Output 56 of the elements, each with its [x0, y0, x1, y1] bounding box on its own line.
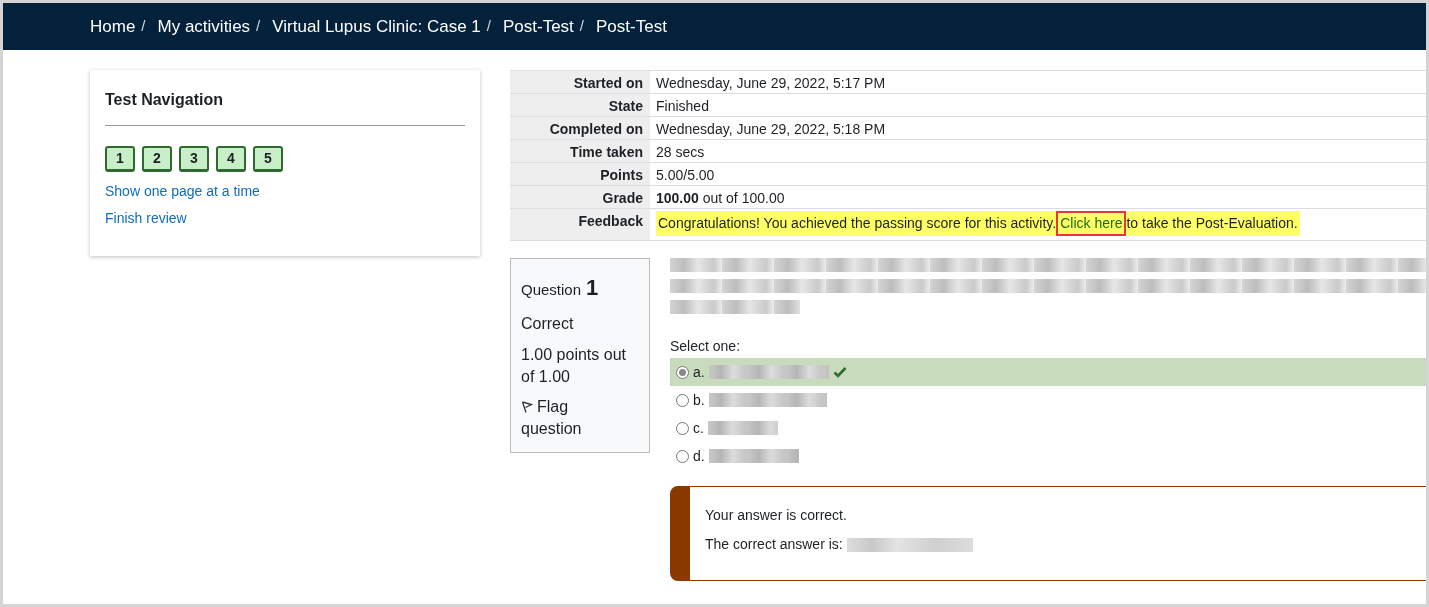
answer-option[interactable]: b.	[670, 386, 1426, 414]
answer-option[interactable]: c.	[670, 414, 1426, 442]
question-number-button[interactable]: 5	[253, 146, 283, 172]
navigation-link[interactable]: Show one page at a time	[105, 181, 260, 202]
summary-value: 5.00/5.00	[656, 167, 715, 183]
question-number-button[interactable]: 2	[142, 146, 172, 172]
summary-value: Wednesday, June 29, 2022, 5:17 PM	[656, 75, 886, 91]
summary-label: State	[608, 98, 643, 114]
summary-value: 28 secs	[656, 144, 705, 160]
question-points: 1.00 points out of 1.00	[521, 345, 627, 387]
summary-label: Time taken	[570, 144, 643, 160]
breadcrumb-separator: /	[256, 16, 261, 37]
card-title: Test Navigation	[105, 88, 465, 126]
summary-label: Completed on	[549, 121, 643, 137]
question-number-button[interactable]: 1	[105, 146, 135, 172]
question-number: 1	[586, 274, 599, 302]
summary-label: Started on	[573, 75, 643, 91]
summary-label: Feedback	[578, 213, 643, 229]
option-letter: a.	[693, 362, 705, 382]
radio-button[interactable]	[676, 421, 689, 435]
option-letter: b.	[693, 390, 705, 410]
breadcrumb-link[interactable]: Post-Test	[596, 13, 667, 40]
select-one-label: Select one:	[670, 337, 742, 356]
radio-button[interactable]	[676, 449, 689, 463]
flag-icon	[521, 401, 533, 413]
question-number-button[interactable]: 3	[179, 146, 209, 172]
breadcrumb-link[interactable]: Home	[90, 13, 136, 40]
question-label: Question	[521, 280, 582, 300]
option-letter: c.	[693, 418, 704, 438]
summary-value: Finished	[656, 98, 709, 114]
breadcrumb-separator: /	[579, 16, 584, 37]
question-status: Correct	[521, 314, 575, 334]
redacted-text	[707, 421, 778, 435]
summary-label: Points	[600, 167, 643, 183]
correct-answer-label: The correct answer is:	[705, 535, 843, 554]
breadcrumb-separator: /	[486, 16, 491, 37]
feedback-text: to take the Post-Evaluation.	[1126, 214, 1298, 233]
check-icon	[832, 366, 847, 378]
question-number-button[interactable]: 4	[216, 146, 246, 172]
breadcrumb-separator: /	[141, 16, 146, 37]
click-here-link[interactable]: Click here	[1056, 211, 1127, 236]
answer-option[interactable]: d.	[670, 442, 1426, 470]
feedback-text: Your answer is correct.	[705, 506, 848, 525]
summary-value: Wednesday, June 29, 2022, 5:18 PM	[656, 121, 886, 137]
flag-question-link[interactable]: Flag question	[521, 396, 601, 440]
radio-button[interactable]	[676, 393, 689, 407]
feedback-text: Congratulations! You achieved the passing score for this activity.	[658, 214, 1057, 233]
summary-value: 100.00 out of 100.00	[656, 190, 785, 206]
answer-option[interactable]: a.	[670, 358, 1426, 386]
breadcrumb-link[interactable]: Virtual Lupus Clinic: Case 1	[272, 13, 481, 40]
breadcrumb-link[interactable]: Post-Test	[502, 13, 574, 40]
navigation-link[interactable]: Finish review	[105, 208, 187, 229]
summary-label: Grade	[602, 190, 643, 206]
radio-button[interactable]	[676, 365, 689, 379]
breadcrumb-link[interactable]: My activities	[157, 13, 251, 40]
option-letter: d.	[693, 446, 705, 466]
